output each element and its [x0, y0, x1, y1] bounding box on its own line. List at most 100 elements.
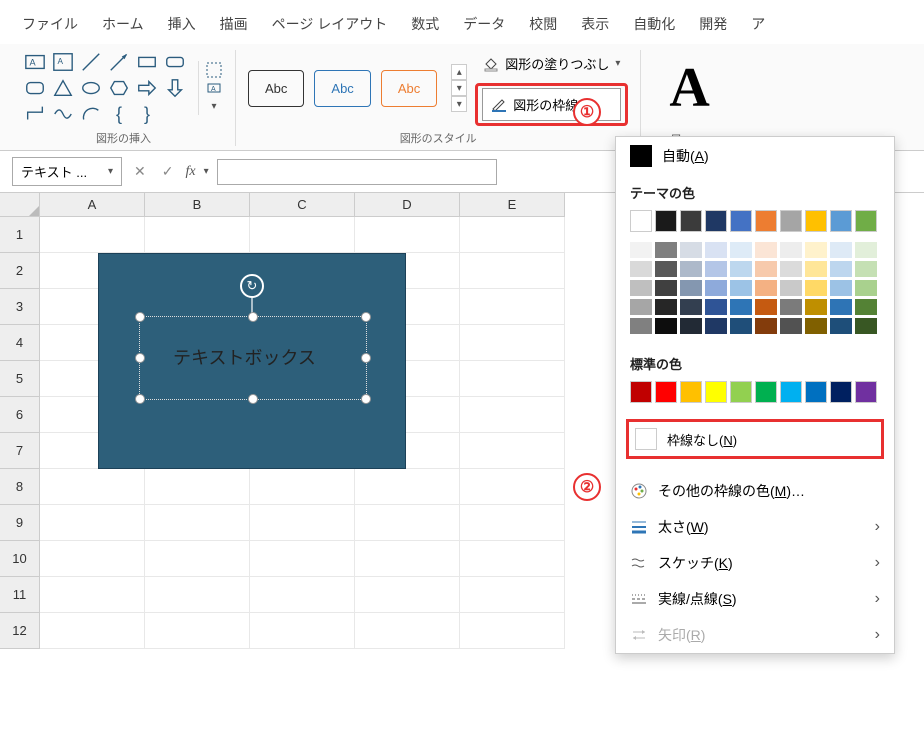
color-swatch[interactable] [780, 242, 802, 258]
color-swatch[interactable] [705, 299, 727, 315]
freeform-icon[interactable] [52, 103, 74, 125]
color-swatch[interactable] [805, 280, 827, 296]
row-header[interactable]: 9 [0, 505, 40, 541]
style-nav-more-icon[interactable]: ▾ [451, 96, 467, 112]
row-header[interactable]: 11 [0, 577, 40, 613]
row-header[interactable]: 8 [0, 469, 40, 505]
color-swatch[interactable] [730, 318, 752, 334]
color-swatch[interactable] [855, 261, 877, 277]
color-swatch[interactable] [730, 299, 752, 315]
tab-data[interactable]: データ [461, 10, 507, 38]
color-swatch[interactable] [655, 242, 677, 258]
color-swatch[interactable] [855, 280, 877, 296]
row-header[interactable]: 6 [0, 397, 40, 433]
color-swatch[interactable] [805, 210, 827, 232]
tab-view[interactable]: 表示 [579, 10, 611, 38]
more-outline-colors-item[interactable]: その他の枠線の色(M)… [616, 473, 894, 509]
color-swatch[interactable] [780, 261, 802, 277]
color-swatch[interactable] [755, 261, 777, 277]
name-box[interactable]: テキスト ... ▾ [12, 157, 122, 186]
wordart-style-icon[interactable]: A [653, 60, 709, 116]
color-swatch[interactable] [630, 261, 652, 277]
row-header[interactable]: 5 [0, 361, 40, 397]
textbox-vertical-icon[interactable]: A [52, 51, 74, 73]
color-swatch[interactable] [780, 299, 802, 315]
arrow-line-icon[interactable] [108, 51, 130, 73]
color-swatch[interactable] [705, 318, 727, 334]
color-swatch[interactable] [680, 299, 702, 315]
arrow-right-icon[interactable] [136, 77, 158, 99]
color-swatch[interactable] [830, 242, 852, 258]
canvas-rectangle-shape[interactable]: テキストボックス [98, 253, 406, 469]
cancel-formula-icon[interactable]: ✕ [130, 161, 150, 182]
color-swatch[interactable] [780, 381, 802, 403]
color-swatch[interactable] [755, 299, 777, 315]
resize-handle[interactable] [135, 394, 145, 404]
color-swatch[interactable] [655, 280, 677, 296]
resize-handle[interactable] [361, 394, 371, 404]
fx-label[interactable]: fx [185, 164, 195, 180]
color-swatch[interactable] [655, 381, 677, 403]
chevron-down-icon[interactable]: ▾ [204, 166, 209, 177]
color-swatch[interactable] [755, 318, 777, 334]
outline-sketch-item[interactable]: スケッチ(K) [616, 545, 894, 581]
row-header[interactable]: 2 [0, 253, 40, 289]
tab-review[interactable]: 校閲 [527, 10, 559, 38]
resize-handle[interactable] [135, 312, 145, 322]
resize-handle[interactable] [361, 353, 371, 363]
brace-right-icon[interactable]: } [136, 103, 158, 125]
color-swatch[interactable] [630, 318, 652, 334]
resize-handle[interactable] [248, 312, 258, 322]
rectangle-icon[interactable] [136, 51, 158, 73]
color-swatch[interactable] [680, 381, 702, 403]
tab-more[interactable]: ア [749, 10, 767, 38]
color-swatch[interactable] [680, 210, 702, 232]
tab-automate[interactable]: 自動化 [631, 10, 677, 38]
oval-icon[interactable] [80, 77, 102, 99]
outline-auto-item[interactable]: 自動(A) [616, 137, 894, 175]
style-item-orange[interactable]: Abc [381, 70, 437, 107]
arrow-down-icon[interactable] [164, 77, 186, 99]
col-header-d[interactable]: D [355, 193, 460, 217]
color-swatch[interactable] [655, 210, 677, 232]
shapes-gallery[interactable]: A A [24, 51, 186, 125]
color-swatch[interactable] [705, 280, 727, 296]
color-swatch[interactable] [780, 210, 802, 232]
hexagon-icon[interactable] [108, 77, 130, 99]
color-swatch[interactable] [655, 318, 677, 334]
formula-input[interactable] [217, 159, 497, 185]
color-swatch[interactable] [755, 242, 777, 258]
row-header[interactable]: 10 [0, 541, 40, 577]
row-header[interactable]: 4 [0, 325, 40, 361]
resize-handle[interactable] [361, 312, 371, 322]
col-header-a[interactable]: A [40, 193, 145, 217]
color-swatch[interactable] [730, 210, 752, 232]
color-swatch[interactable] [805, 242, 827, 258]
tab-draw[interactable]: 描画 [218, 10, 250, 38]
color-swatch[interactable] [830, 318, 852, 334]
col-header-c[interactable]: C [250, 193, 355, 217]
textbox-text[interactable]: テキストボックス [173, 344, 316, 370]
color-swatch[interactable] [655, 261, 677, 277]
style-nav-down-icon[interactable]: ▾ [451, 80, 467, 96]
color-swatch[interactable] [855, 210, 877, 232]
color-swatch[interactable] [855, 299, 877, 315]
color-swatch[interactable] [755, 210, 777, 232]
color-swatch[interactable] [830, 299, 852, 315]
color-swatch[interactable] [730, 242, 752, 258]
resize-handle[interactable] [248, 394, 258, 404]
color-swatch[interactable] [855, 242, 877, 258]
textbox-draw-icon[interactable]: A [205, 79, 223, 97]
color-swatch[interactable] [630, 280, 652, 296]
row-header[interactable]: 7 [0, 433, 40, 469]
color-swatch[interactable] [805, 261, 827, 277]
color-swatch[interactable] [780, 280, 802, 296]
color-swatch[interactable] [680, 242, 702, 258]
color-swatch[interactable] [730, 381, 752, 403]
color-swatch[interactable] [730, 261, 752, 277]
color-swatch[interactable] [830, 381, 852, 403]
style-item-blue[interactable]: Abc [314, 70, 370, 107]
style-nav-up-icon[interactable]: ▴ [451, 64, 467, 80]
tab-developer[interactable]: 開発 [697, 10, 729, 38]
textbox-horizontal-icon[interactable]: A [24, 51, 46, 73]
